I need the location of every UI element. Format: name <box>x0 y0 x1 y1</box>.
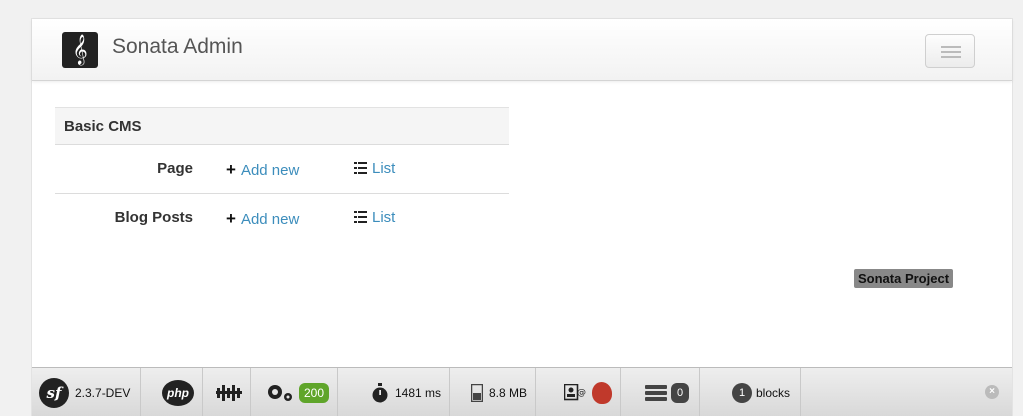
user-mail-icon: @ <box>564 384 586 401</box>
row-label: Page <box>157 160 193 177</box>
toolbar-time-block[interactable]: 1481 ms <box>363 368 451 416</box>
add-new-label: Add new <box>240 211 300 228</box>
toolbar-blocks-block[interactable]: 1 blocks <box>722 368 802 416</box>
sonata-project-badge[interactable]: Sonata Project <box>854 269 954 288</box>
add-new-link[interactable]: + Add new <box>226 160 299 180</box>
toolbar-db-block[interactable]: 0 <box>635 368 700 416</box>
group-title: Basic CMS <box>55 107 509 145</box>
list-link[interactable]: List <box>354 209 395 226</box>
list-link[interactable]: List <box>354 160 395 177</box>
blocks-label: blocks <box>756 386 791 400</box>
symfony-debug-toolbar: sf 2.3.7-DEV php 200 1481 ms 8.8 MB @ 0 … <box>32 367 1012 416</box>
brand-title[interactable]: Sonata Admin <box>112 35 243 59</box>
menu-toggle-button[interactable] <box>925 34 975 68</box>
symfony-version: 2.3.7-DEV <box>75 386 131 400</box>
browser-frame: 𝄞 Sonata Admin Basic CMS Page + Add new L… <box>31 18 1013 416</box>
toolbar-request-block[interactable]: 200 <box>257 368 339 416</box>
toolbar-memory-block[interactable]: 8.8 MB <box>463 368 537 416</box>
admin-row-page: Page + Add new List <box>55 145 509 194</box>
blocks-count: 1 <box>732 383 752 403</box>
db-query-count: 0 <box>671 383 689 403</box>
gears-icon <box>268 385 292 401</box>
list-icon <box>354 211 367 223</box>
toolbar-version-block[interactable]: sf 2.3.7-DEV <box>39 368 142 416</box>
database-icon <box>645 385 667 401</box>
toolbar-php-block[interactable]: php <box>158 368 203 416</box>
list-icon <box>354 162 367 174</box>
add-new-label: Add new <box>240 162 300 179</box>
sonata-logo-icon[interactable]: 𝄞 <box>62 32 98 68</box>
dashboard-group: Basic CMS Page + Add new List Blog Posts … <box>55 107 509 243</box>
hamburger-line <box>941 56 961 58</box>
memory-usage: 8.8 MB <box>489 386 528 400</box>
memory-icon <box>471 384 483 402</box>
toolbar-config-block[interactable] <box>208 368 251 416</box>
symfony-logo-icon: sf <box>39 378 69 408</box>
stopwatch-icon <box>372 383 388 403</box>
php-logo-icon: php <box>162 380 194 406</box>
request-time: 1481 ms <box>395 386 442 400</box>
top-navbar: 𝄞 Sonata Admin <box>32 19 1012 81</box>
svg-text:@: @ <box>577 388 586 398</box>
hamburger-line <box>941 46 961 48</box>
mail-status-icon <box>592 382 612 404</box>
hamburger-line <box>941 51 961 53</box>
close-toolbar-icon[interactable]: × <box>985 385 999 399</box>
plus-icon: + <box>226 160 236 179</box>
plus-icon: + <box>226 209 236 228</box>
status-code-badge: 200 <box>299 383 330 403</box>
add-new-link[interactable]: + Add new <box>226 209 299 229</box>
list-label: List <box>372 209 396 226</box>
row-label: Blog Posts <box>114 209 193 226</box>
admin-row-blog-posts: Blog Posts + Add new List <box>55 194 509 243</box>
list-label: List <box>372 160 396 177</box>
bundles-icon <box>216 385 242 401</box>
toolbar-security-block[interactable]: @ <box>556 368 621 416</box>
